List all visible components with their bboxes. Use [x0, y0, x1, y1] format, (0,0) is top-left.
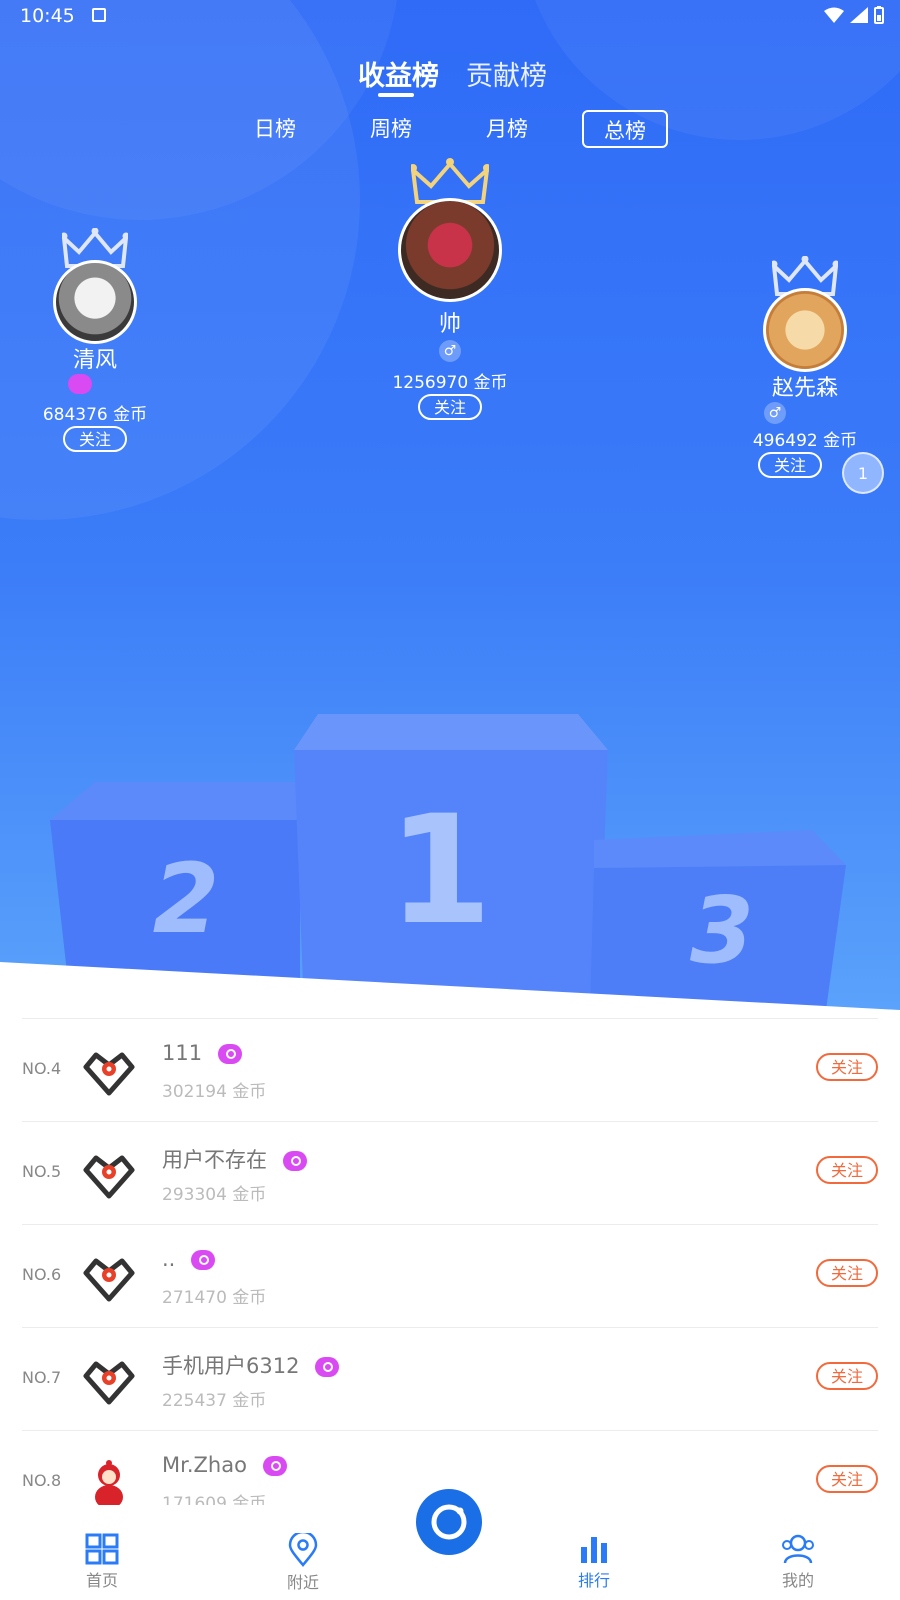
follow-button[interactable]: 关注 — [758, 452, 823, 478]
battery-icon — [874, 6, 884, 24]
username: 帅 — [438, 312, 461, 337]
username: 赵先森 — [771, 376, 838, 401]
level-badge-icon — [283, 1151, 307, 1171]
nav-label: 附近 — [286, 1573, 319, 1592]
nav-ranking[interactable]: 排行 — [554, 1533, 634, 1591]
level-badge-icon — [68, 374, 92, 394]
list-item[interactable]: NO.5 用户不存在 293304 金币 关注 — [22, 1121, 878, 1224]
coin-total: 496492 金币 — [752, 431, 858, 451]
username: 清风 — [72, 348, 117, 373]
coin-total: 271470 金币 — [162, 1288, 267, 1308]
rank-label: NO.5 — [22, 1162, 62, 1181]
level-badge-icon — [218, 1044, 243, 1064]
status-bar: 10:45 — [0, 0, 900, 34]
user-profile-icon — [782, 1534, 814, 1564]
period-tabs: 日榜 周榜 月榜 总榜 — [0, 110, 900, 150]
username: 111 — [162, 1041, 243, 1065]
default-avatar-icon[interactable] — [80, 1350, 138, 1408]
main-tabs: 收益榜 贡献榜 — [0, 50, 900, 100]
tab-earnings[interactable]: 收益榜 — [358, 54, 439, 93]
camera-icon — [431, 1504, 467, 1540]
signal-icon — [850, 7, 868, 23]
bottom-navigation: 首页 附近 排行 我的 — [0, 1489, 900, 1600]
list-item[interactable]: NO.7 手机用户6312 225437 金币 关注 — [22, 1327, 878, 1430]
level-badge-icon — [262, 1456, 287, 1476]
podium-first: 帅 ♂ 1256970 金币 关注 — [380, 158, 520, 428]
ranking-list: NO.4 111 302194 金币 关注 NO.5 用户不存在 293304 … — [22, 1018, 878, 1533]
tab-weekly[interactable]: 周榜 — [348, 110, 434, 148]
list-item[interactable]: NO.6 .. 271470 金币 关注 — [22, 1224, 878, 1327]
nav-profile[interactable]: 我的 — [758, 1533, 838, 1591]
nav-label: 我的 — [781, 1571, 814, 1590]
podium-number-1: 1 — [388, 784, 492, 958]
username: Mr.Zhao — [162, 1453, 287, 1477]
level-badge-icon — [315, 1357, 340, 1377]
tab-daily[interactable]: 日榜 — [232, 110, 318, 148]
coin-total: 1256970 金币 — [392, 373, 508, 393]
follow-button[interactable]: 关注 — [816, 1362, 878, 1390]
active-tab-indicator — [378, 93, 414, 97]
leaderboard-hero: 10:45 收益榜 贡献榜 日榜 周榜 月榜 总榜 帅 ♂ 1256970 金币… — [0, 0, 900, 1010]
status-icons — [824, 6, 884, 24]
location-pin-icon — [288, 1533, 318, 1567]
level-badge-icon — [191, 1250, 216, 1270]
rank-label: NO.8 — [22, 1471, 62, 1490]
nav-nearby[interactable]: 附近 — [263, 1533, 343, 1593]
nav-home[interactable]: 首页 — [62, 1533, 142, 1591]
avatar[interactable] — [398, 198, 502, 302]
wifi-icon — [824, 7, 844, 23]
username: 用户不存在 — [162, 1144, 307, 1174]
rank-label: NO.4 — [22, 1059, 62, 1078]
coin-total: 684376 金币 — [42, 405, 148, 425]
bar-chart-icon — [581, 1537, 607, 1563]
avatar[interactable] — [763, 288, 847, 372]
coin-total: 225437 金币 — [162, 1391, 267, 1411]
male-icon: ♂ — [439, 340, 461, 362]
camera-button[interactable] — [416, 1489, 482, 1555]
follow-button[interactable]: 关注 — [62, 426, 128, 452]
tab-monthly[interactable]: 月榜 — [464, 110, 550, 148]
tab-contribution[interactable]: 贡献榜 — [466, 54, 547, 93]
username: .. — [162, 1247, 216, 1271]
coin-total: 293304 金币 — [162, 1185, 267, 1205]
section-divider — [0, 962, 900, 1010]
list-item[interactable]: NO.4 111 302194 金币 关注 — [22, 1018, 878, 1121]
follow-button[interactable]: 关注 — [816, 1156, 878, 1184]
default-avatar-icon[interactable] — [80, 1144, 138, 1202]
red-hood-avatar-icon[interactable] — [80, 1453, 138, 1511]
follow-button[interactable]: 关注 — [816, 1259, 878, 1287]
nav-label: 首页 — [85, 1571, 118, 1590]
username: 手机用户6312 — [162, 1350, 340, 1380]
rank-label: NO.6 — [22, 1265, 62, 1284]
podium-second: 清风 684376 金币 关注 — [30, 228, 160, 468]
tab-all-time[interactable]: 总榜 — [582, 110, 668, 148]
podium-number-2: 2 — [153, 843, 220, 955]
nav-label: 排行 — [577, 1571, 610, 1590]
default-avatar-icon[interactable] — [80, 1247, 138, 1305]
home-grid-icon — [85, 1533, 119, 1565]
follow-button[interactable]: 关注 — [816, 1465, 878, 1493]
rank-label: NO.7 — [22, 1368, 62, 1387]
status-time: 10:45 — [20, 5, 75, 27]
default-avatar-icon[interactable] — [80, 1041, 138, 1099]
follow-button[interactable]: 关注 — [417, 394, 483, 420]
floating-badge[interactable]: 1 — [842, 452, 884, 494]
notification-icon — [92, 8, 106, 22]
avatar[interactable] — [53, 260, 137, 344]
male-icon: ♂ — [764, 402, 786, 424]
follow-button[interactable]: 关注 — [816, 1053, 878, 1081]
coin-total: 302194 金币 — [162, 1082, 267, 1102]
